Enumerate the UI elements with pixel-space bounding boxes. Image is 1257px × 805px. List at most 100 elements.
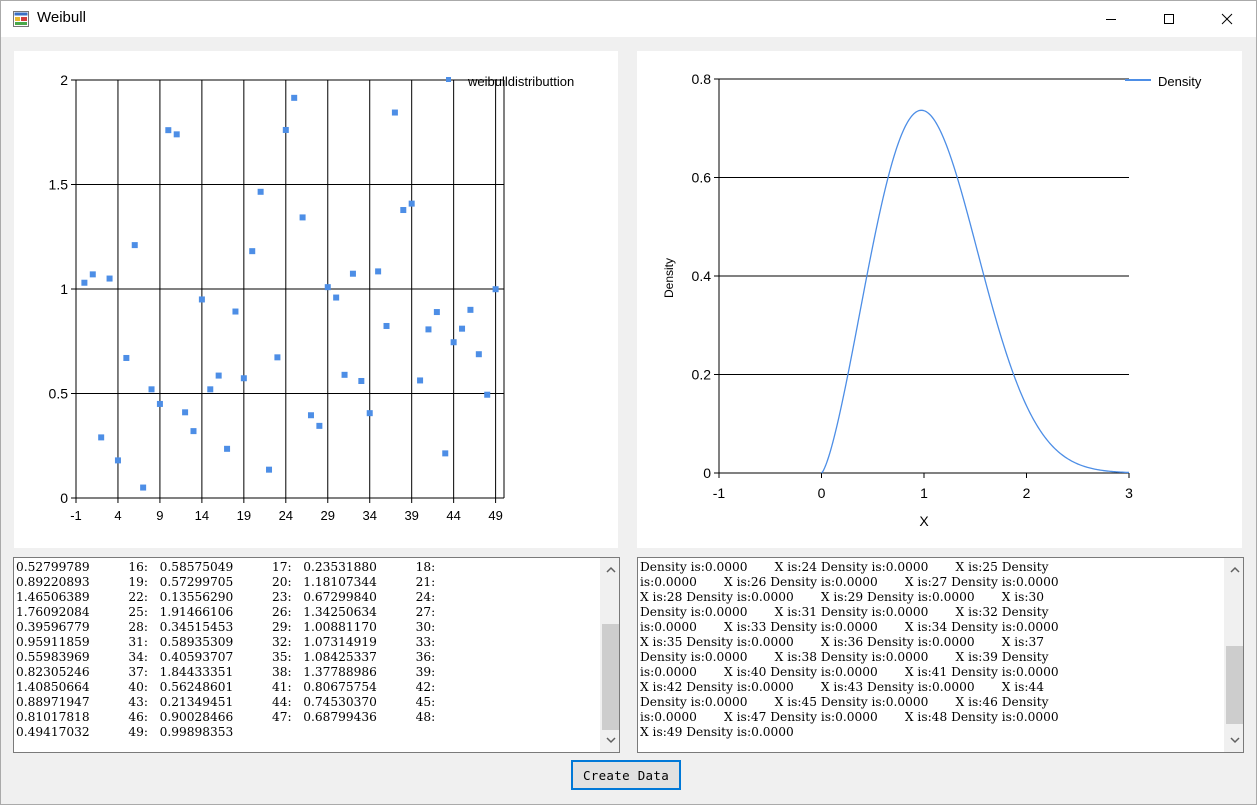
data-point: [442, 450, 449, 457]
scroll-up-button[interactable]: [1225, 560, 1243, 579]
text-line: 0.89220893 19: 0.57299705 20: 1.18107344…: [16, 575, 436, 589]
text-line: 1.40850664 40: 0.56248601 41: 0.80675754…: [16, 680, 436, 694]
x-tick-label: -1: [70, 508, 82, 523]
data-point: [266, 466, 273, 473]
data-point: [492, 286, 499, 293]
values-textbox[interactable]: 0.52799789 16: 0.58575049 17: 0.23531880…: [13, 557, 620, 753]
data-point: [291, 94, 298, 101]
text-line: X is:35 Density is:0.0000 X is:36 Densit…: [640, 635, 1045, 649]
data-point: [333, 294, 340, 301]
x-tick-label: 2: [1023, 485, 1031, 501]
x-tick-label: 4: [114, 508, 121, 523]
text-line: Density is:0.0000 X is:38 Density is:0.0…: [640, 650, 1049, 664]
data-point: [198, 296, 205, 303]
scroll-thumb[interactable]: [602, 624, 619, 730]
data-point: [182, 409, 189, 416]
density-scrollbar[interactable]: [1224, 558, 1243, 752]
data-point: [123, 354, 130, 361]
data-point: [81, 279, 88, 286]
values-text: 0.52799789 16: 0.58575049 17: 0.23531880…: [16, 560, 435, 740]
app-icon: [13, 11, 29, 27]
text-line: Density is:0.0000 X is:31 Density is:0.0…: [640, 605, 1049, 619]
density-chart: 0.80.60.40.20-1 0 1 2 3XDensityDensity: [662, 71, 1202, 529]
text-line: 0.81017818 46: 0.90028466 47: 0.68799436…: [16, 710, 436, 724]
data-point: [375, 268, 382, 275]
chevron-up-icon: [605, 566, 616, 573]
scroll-up-button[interactable]: [601, 560, 619, 579]
maximize-icon: [1164, 14, 1174, 24]
scroll-down-button[interactable]: [601, 731, 619, 750]
data-point: [274, 354, 281, 361]
app-window: Weibull -1 4 9 14 19 24 29 34 39 44 49 2 1.5 1 0.5 0 wei…: [0, 0, 1257, 805]
y-tick-label: 1.5: [49, 177, 69, 193]
close-button[interactable]: [1198, 1, 1256, 37]
data-point: [459, 325, 466, 332]
scroll-down-button[interactable]: [1225, 731, 1243, 750]
density-textbox[interactable]: Density is:0.0000 X is:24 Density is:0.0…: [637, 557, 1244, 753]
x-tick-label: 34: [362, 508, 376, 523]
x-tick-label: 39: [404, 508, 418, 523]
data-point: [484, 391, 491, 398]
text-line: 0.52799789 16: 0.58575049 17: 0.23531880…: [16, 560, 436, 574]
legend-marker: [446, 77, 451, 82]
y-tick-label: 0: [60, 490, 68, 506]
data-point: [433, 309, 440, 316]
x-tick-label: 19: [237, 508, 251, 523]
density-chart-panel: 0.8 0.6 0.4 0.2 0 -1 0 1 2 3 X Density Density: [637, 51, 1242, 548]
data-point: [324, 284, 331, 291]
y-axis-label: Density: [662, 258, 676, 298]
text-line: is:0.0000 X is:26 Density is:0.0000 X is…: [640, 575, 1059, 589]
close-icon: [1221, 13, 1233, 25]
data-point: [450, 339, 457, 346]
data-point: [148, 386, 155, 393]
data-point: [140, 484, 147, 491]
text-line: is:0.0000 X is:40 Density is:0.0000 X is…: [640, 665, 1059, 679]
data-point: [224, 445, 231, 452]
data-point: [240, 375, 247, 382]
text-line: 0.82305246 37: 1.84433351 38: 1.37788986…: [16, 665, 436, 679]
x-tick-label: -1: [713, 485, 726, 501]
window-title: Weibull: [37, 9, 86, 26]
data-point: [349, 270, 356, 277]
text-line: is:0.0000 X is:33 Density is:0.0000 X is…: [640, 620, 1059, 634]
legend-label: weibulldistributtion: [467, 74, 574, 89]
create-data-label: Create Data: [582, 767, 670, 783]
data-point: [417, 377, 424, 384]
minimize-button[interactable]: [1082, 1, 1140, 37]
data-point: [341, 371, 348, 378]
x-tick-label: 49: [488, 508, 502, 523]
text-line: 0.49417032 49: 0.99898353: [16, 725, 234, 739]
x-tick-label: 44: [446, 508, 460, 523]
x-tick-label: 1: [920, 485, 928, 501]
y-tick-label: 0.2: [692, 367, 712, 383]
scatter-chart-panel: -1 4 9 14 19 24 29 34 39 44 49 2 1.5 1 0.5 0 weibulldist…: [14, 51, 618, 548]
chevron-down-icon: [605, 737, 616, 744]
maximize-button[interactable]: [1140, 1, 1198, 37]
data-point: [215, 372, 222, 379]
data-point: [316, 422, 323, 429]
data-point: [165, 127, 172, 134]
y-tick-label: 0.4: [692, 268, 712, 284]
title-bar[interactable]: Weibull: [1, 1, 1256, 37]
data-point: [383, 322, 390, 329]
x-tick-label: 14: [195, 508, 209, 523]
data-point: [106, 275, 113, 282]
data-point: [425, 326, 432, 333]
density-text: Density is:0.0000 X is:24 Density is:0.0…: [640, 560, 1059, 740]
data-point: [475, 351, 482, 358]
create-data-button[interactable]: Create Data: [571, 760, 681, 790]
data-point: [257, 188, 264, 195]
scroll-thumb[interactable]: [1226, 646, 1243, 724]
y-tick-label: 0.5: [49, 386, 69, 402]
y-tick-label: 0.8: [692, 71, 712, 87]
data-point: [467, 306, 474, 313]
data-point: [207, 386, 214, 393]
values-scrollbar[interactable]: [600, 558, 619, 752]
data-point: [408, 200, 415, 207]
text-line: X is:49 Density is:0.0000: [640, 725, 794, 739]
x-tick-label: 9: [156, 508, 163, 523]
data-point: [190, 428, 197, 435]
text-line: 0.39596779 28: 0.34515453 29: 1.00881170…: [16, 620, 436, 634]
data-point: [98, 434, 105, 441]
data-point: [299, 214, 306, 221]
